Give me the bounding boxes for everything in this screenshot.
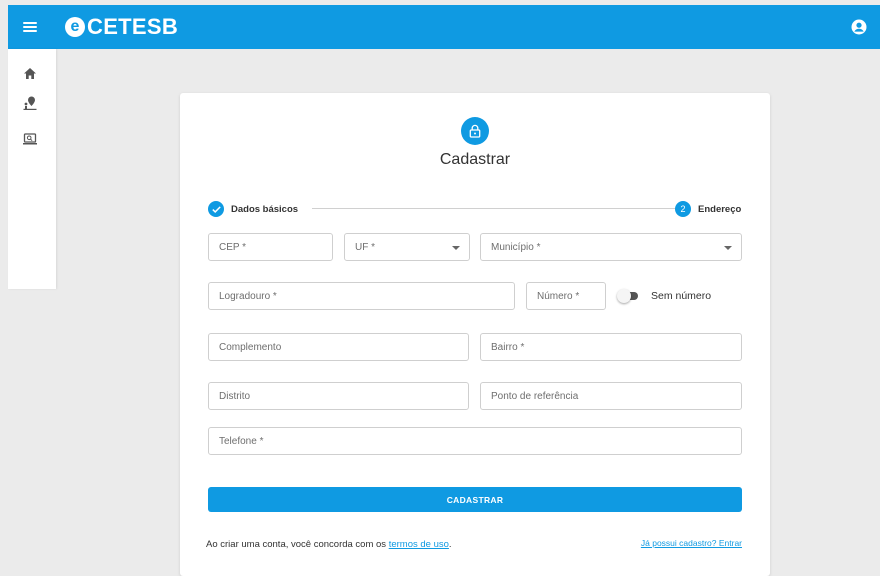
distrito-placeholder: Distrito	[219, 391, 251, 402]
distrito-field[interactable]: Distrito	[208, 382, 469, 410]
step-label: Endereço	[698, 203, 742, 215]
logo-mark: e	[65, 17, 85, 37]
stepper: Dados básicos 2 Endereço	[208, 201, 742, 217]
home-icon[interactable]	[20, 63, 40, 83]
login-link[interactable]: Já possui cadastro? Entrar	[641, 538, 742, 548]
step-number: 2	[675, 201, 691, 217]
lock-icon	[461, 117, 489, 145]
cep-field[interactable]: CEP *	[208, 233, 333, 261]
municipio-select[interactable]: Município *	[480, 233, 742, 261]
cep-placeholder: CEP *	[219, 242, 247, 253]
chevron-down-icon	[724, 246, 732, 250]
page-title: Cadastrar	[439, 151, 511, 168]
logradouro-placeholder: Logradouro *	[219, 291, 277, 302]
check-icon	[208, 201, 224, 217]
telefone-field[interactable]: Telefone *	[208, 427, 742, 455]
chevron-down-icon	[452, 246, 460, 250]
search-screen-icon[interactable]	[20, 129, 40, 149]
cadastrar-button[interactable]: CADASTRAR	[208, 487, 742, 512]
uf-select[interactable]: UF *	[344, 233, 470, 261]
step-dados-basicos[interactable]: Dados básicos	[208, 201, 298, 217]
bairro-field[interactable]: Bairro *	[480, 333, 742, 361]
step-label: Dados básicos	[231, 203, 299, 215]
menu-icon[interactable]	[23, 22, 37, 32]
register-card: Cadastrar Dados básicos 2 Endereço CEP *…	[180, 93, 770, 576]
person-location-icon[interactable]	[20, 93, 40, 113]
telefone-placeholder: Telefone *	[219, 436, 264, 447]
logo-text: CETESB	[87, 14, 179, 39]
terms-text: Ao criar uma conta, você concorda com os…	[206, 539, 452, 550]
step-endereco[interactable]: 2 Endereço	[675, 201, 741, 217]
terms-suffix: .	[448, 539, 452, 550]
top-app-bar: e CETESB	[8, 5, 880, 49]
ponto-referencia-field[interactable]: Ponto de referência	[480, 382, 742, 410]
ponto-referencia-placeholder: Ponto de referência	[491, 391, 579, 402]
account-icon[interactable]	[851, 19, 867, 35]
toggle-track	[617, 289, 638, 303]
complemento-field[interactable]: Complemento	[208, 333, 469, 361]
uf-placeholder: UF *	[355, 242, 375, 253]
complemento-placeholder: Complemento	[219, 342, 282, 353]
municipio-placeholder: Município *	[491, 242, 541, 253]
sem-numero-label: Sem número	[651, 290, 712, 302]
toggle-knob	[617, 289, 631, 303]
numero-field[interactable]: Número *	[526, 282, 606, 310]
sem-numero-toggle[interactable]: Sem número	[617, 289, 712, 303]
numero-placeholder: Número *	[537, 291, 580, 302]
cetesb-logo[interactable]: e CETESB	[65, 14, 178, 40]
sidebar	[8, 49, 56, 289]
stepper-connector	[312, 208, 678, 209]
logradouro-field[interactable]: Logradouro *	[208, 282, 515, 310]
terms-prefix: Ao criar uma conta, você concorda com os	[206, 539, 389, 550]
terms-link[interactable]: termos de uso	[389, 539, 449, 550]
bairro-placeholder: Bairro *	[491, 342, 525, 353]
